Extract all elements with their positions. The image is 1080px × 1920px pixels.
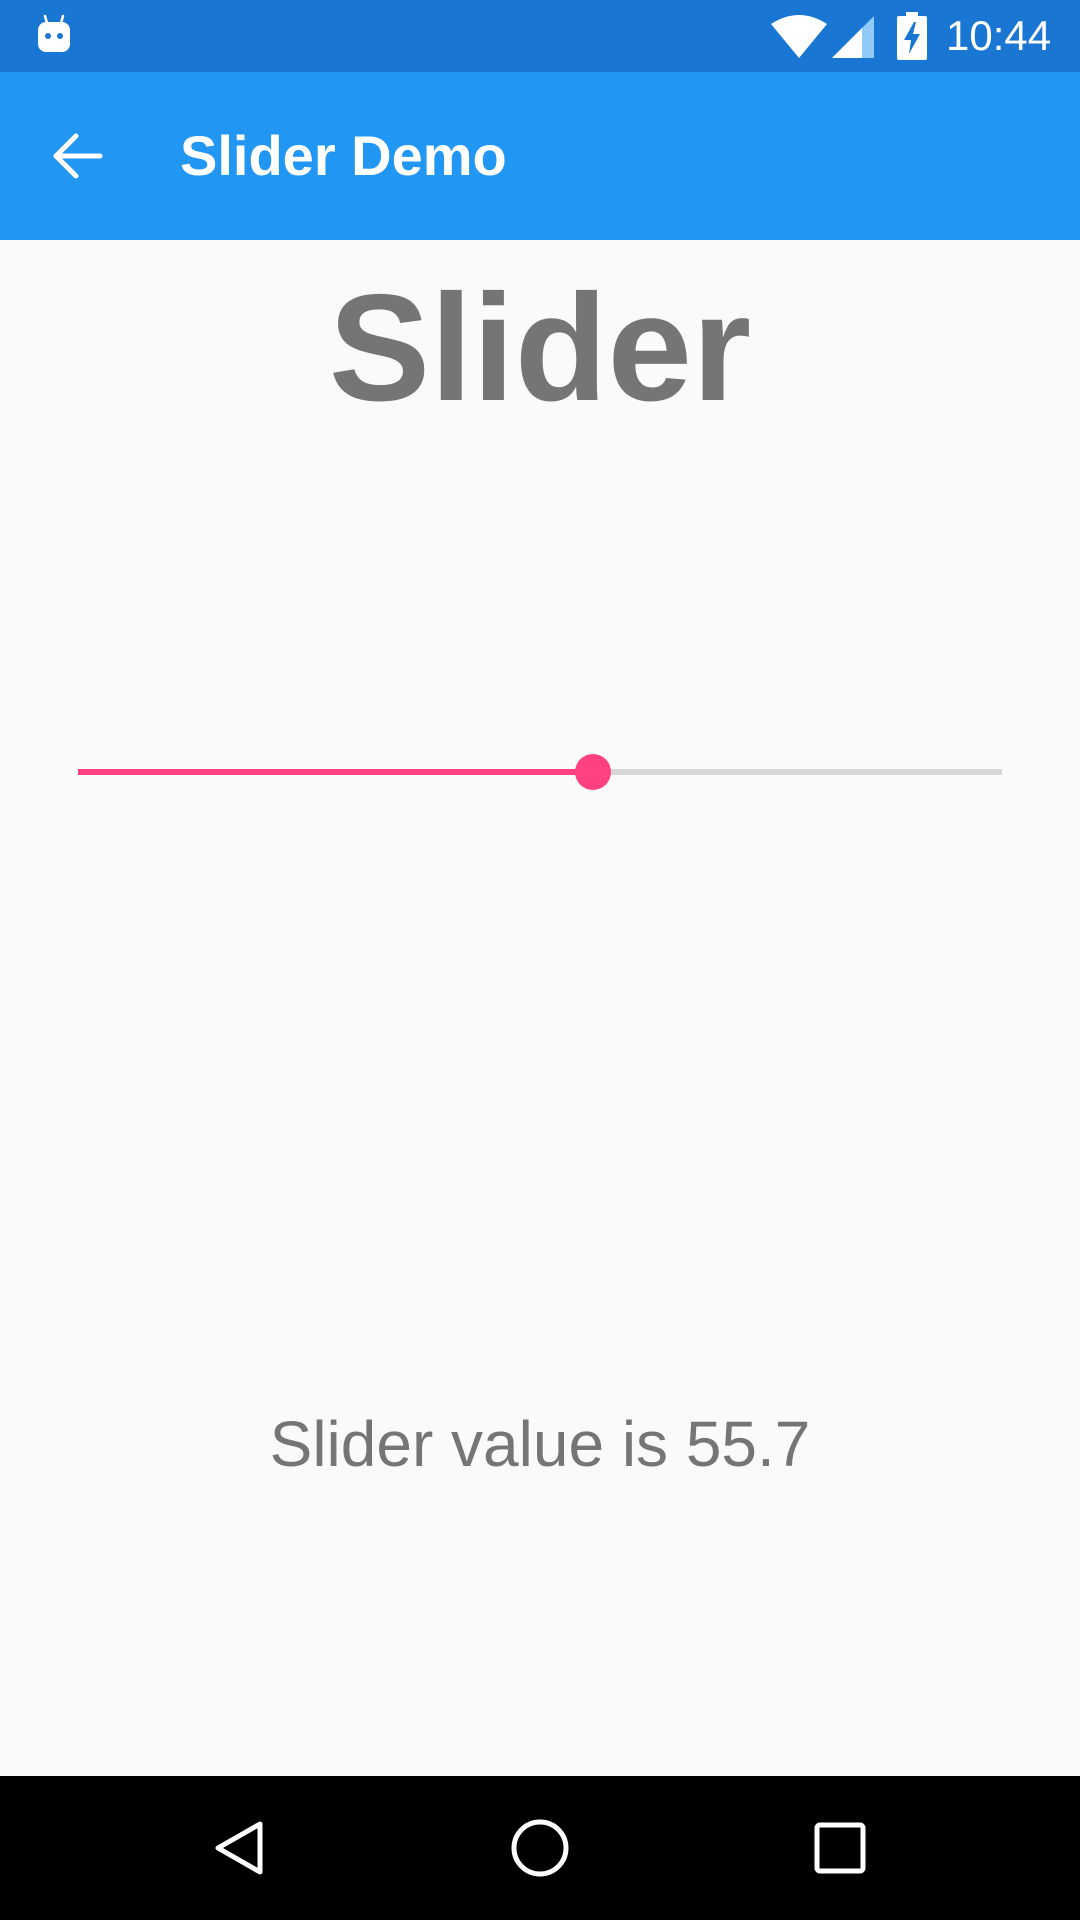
slider-track-active[interactable] bbox=[78, 769, 593, 775]
nav-back-button[interactable] bbox=[192, 1800, 288, 1896]
slider-value-label: Slider value is 55.7 bbox=[269, 1408, 811, 1480]
slider-thumb[interactable] bbox=[574, 754, 611, 790]
cell-signal-icon bbox=[832, 16, 874, 58]
screen: 10:44 Slider Demo Slider Slider value is… bbox=[0, 0, 1080, 1920]
status-bar: 10:44 bbox=[0, 0, 1080, 72]
navigation-bar bbox=[0, 1776, 1080, 1920]
status-clock: 10:44 bbox=[946, 12, 1052, 59]
arrow-back-icon bbox=[53, 133, 103, 179]
app-title: Slider Demo bbox=[180, 124, 507, 187]
android-debug-icon bbox=[38, 14, 70, 52]
back-button[interactable] bbox=[30, 108, 126, 204]
app-bar: Slider Demo bbox=[0, 72, 1080, 240]
battery-charging-icon bbox=[897, 12, 927, 60]
nav-home-button[interactable] bbox=[492, 1800, 588, 1896]
wifi-icon bbox=[771, 15, 827, 58]
page-heading: Slider bbox=[328, 263, 752, 433]
recents-square-icon bbox=[814, 1822, 866, 1874]
back-triangle-icon bbox=[215, 1821, 263, 1875]
value-slider[interactable] bbox=[60, 732, 1016, 812]
nav-recents-button[interactable] bbox=[792, 1800, 888, 1896]
home-circle-icon bbox=[511, 1819, 569, 1877]
